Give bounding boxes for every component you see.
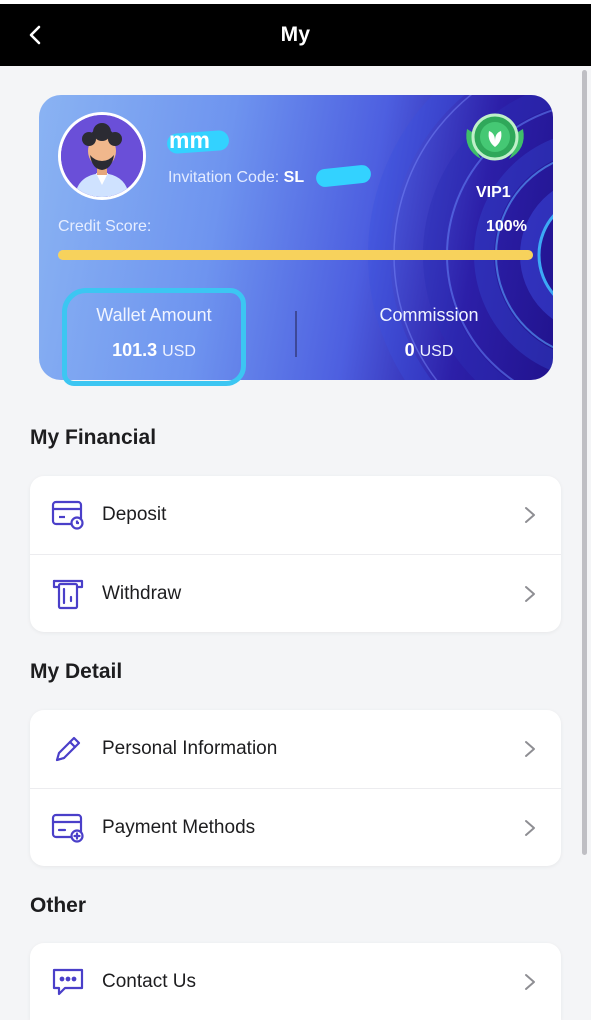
credit-score-value: 100%	[486, 218, 527, 235]
commission-label: Commission	[379, 305, 479, 325]
menu-item-label: Payment Methods	[102, 816, 256, 838]
menu-item-payment-methods[interactable]: Payment Methods	[30, 788, 561, 866]
chevron-right-icon	[525, 974, 535, 990]
menu-item-label: Personal Information	[102, 738, 278, 759]
commission-block[interactable]: Commission 0 USD	[339, 290, 519, 380]
invitation-code[interactable]: SL	[284, 169, 304, 186]
menu-item-label: Withdraw	[102, 582, 182, 604]
wallet-amount-value: 101.3	[112, 340, 158, 360]
payment-card-icon	[50, 810, 86, 846]
profile-card: mm Invitation Code: SL VIP1 Credit Score…	[39, 95, 553, 380]
financial-group: Deposit Withdraw	[30, 476, 561, 632]
wallet-amount: 101.3 USD	[64, 340, 244, 361]
chat-bubble-icon	[50, 964, 86, 1000]
username: mm	[169, 127, 210, 153]
back-button[interactable]	[18, 18, 52, 52]
top-bar: My	[0, 4, 591, 66]
page-title: My	[280, 23, 311, 46]
detail-group: Personal Information Payment Methods	[30, 710, 561, 866]
chevron-right-icon	[525, 741, 535, 757]
menu-item-label: Deposit	[102, 504, 167, 525]
avatar[interactable]	[58, 112, 146, 200]
wallet-unit: USD	[162, 343, 196, 360]
deposit-card-icon	[50, 497, 86, 533]
invitation-row: Invitation Code: SL	[168, 169, 304, 187]
commission-amount-value: 0	[404, 340, 415, 360]
commission-amount: 0 USD	[339, 340, 519, 361]
pencil-icon	[50, 731, 86, 767]
card-divider	[295, 311, 297, 357]
menu-item-personal-information[interactable]: Personal Information	[30, 710, 561, 788]
credit-progress-bar	[58, 250, 533, 260]
chevron-right-icon	[525, 585, 535, 602]
invitation-label: Invitation Code:	[168, 169, 280, 186]
wallet-label: Wallet Amount	[96, 305, 212, 325]
vip-level: VIP1	[476, 184, 511, 201]
credit-progress-fill	[58, 250, 533, 260]
chevron-left-icon	[29, 25, 41, 45]
menu-item-deposit[interactable]: Deposit	[30, 476, 561, 554]
other-group: Contact Us	[30, 943, 561, 1020]
chevron-right-icon	[525, 819, 535, 836]
vip-badge-icon	[466, 113, 524, 161]
menu-item-label: Contact Us	[102, 971, 196, 992]
commission-unit: USD	[419, 343, 454, 360]
section-title-other: Other	[30, 894, 87, 917]
scrollbar[interactable]	[582, 70, 587, 855]
chevron-right-icon	[525, 507, 535, 523]
menu-item-contact-us[interactable]: Contact Us	[30, 943, 561, 1020]
user-avatar-icon	[61, 115, 143, 197]
menu-item-withdraw[interactable]: Withdraw	[30, 554, 561, 632]
section-title-financial: My Financial	[30, 426, 157, 449]
section-title-detail: My Detail	[30, 660, 123, 683]
withdraw-icon	[50, 576, 86, 612]
credit-score-label: Credit Score:	[58, 218, 152, 235]
wallet-amount-block[interactable]: Wallet Amount 101.3 USD	[64, 290, 244, 380]
